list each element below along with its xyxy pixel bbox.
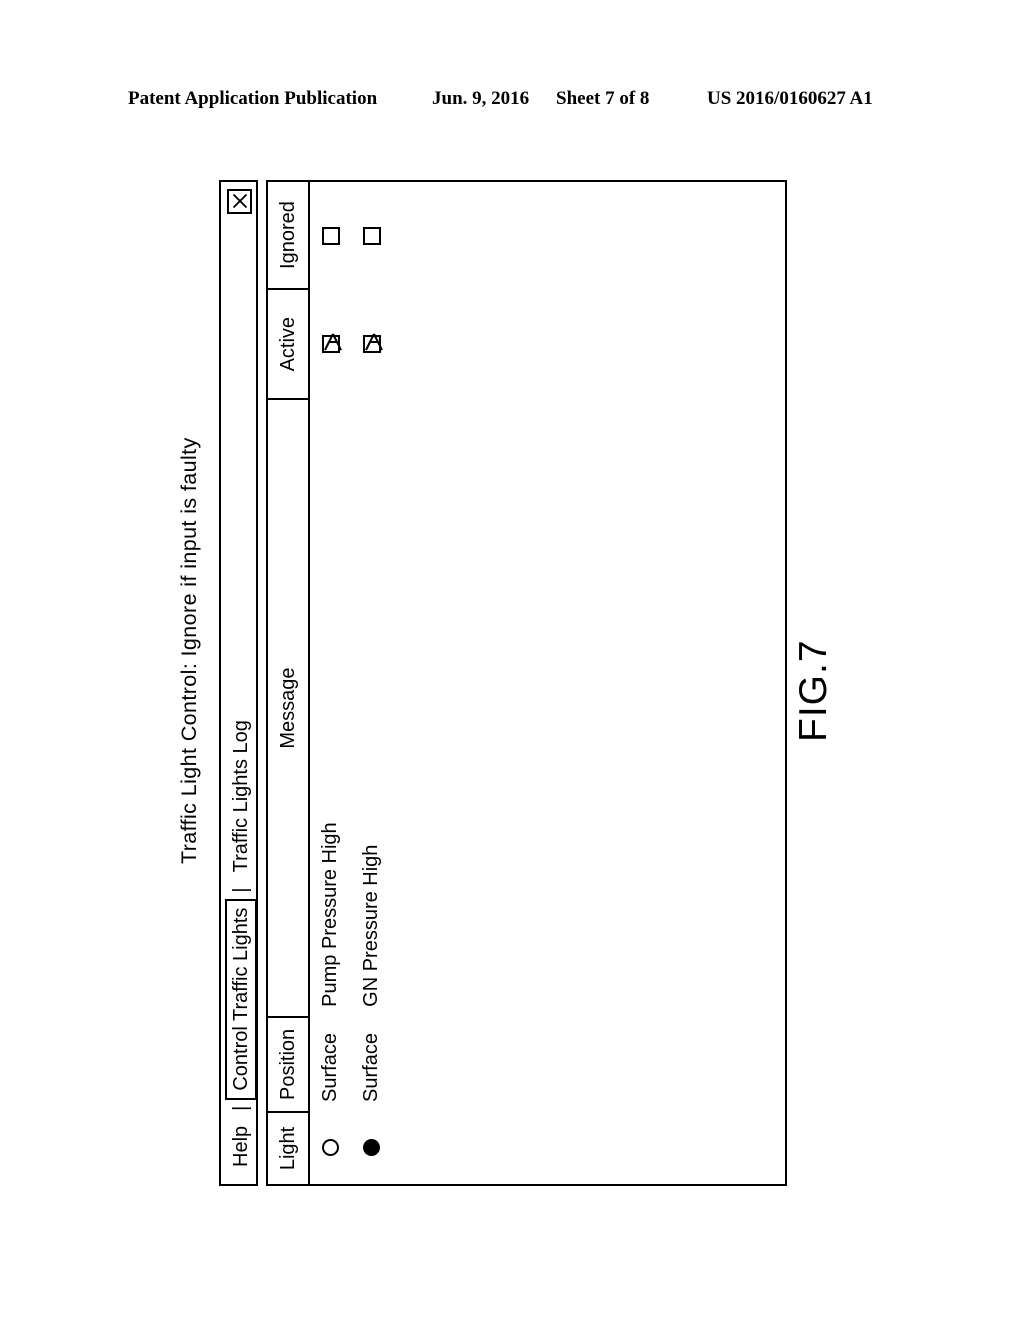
figure-drawing-area: Traffic Light Control: Ignore if input i… <box>0 0 1024 1320</box>
figure-label: FIG.7 <box>792 639 835 742</box>
close-x-icon <box>232 194 248 210</box>
active-checkbox-cell <box>309 289 351 399</box>
ignored-checkbox-cell <box>351 182 392 289</box>
column-header-active[interactable]: Active <box>268 289 309 400</box>
table-body: Surface Pump Pressure High Surface GN Pr… <box>309 182 392 1184</box>
traffic-light-control-window: Help | Control Traffic Lights | Traffic … <box>219 180 787 1186</box>
message-cell: GN Pressure High <box>360 844 382 1007</box>
active-checkbox-cell <box>351 289 392 399</box>
active-checkbox[interactable] <box>321 333 342 354</box>
position-cell: Surface <box>319 1033 341 1102</box>
close-button[interactable] <box>227 189 252 214</box>
message-cell: Pump Pressure High <box>319 822 341 1007</box>
ignored-checkbox-cell <box>309 182 351 289</box>
light-indicator-cell <box>351 1112 392 1184</box>
active-checkbox[interactable] <box>362 333 383 354</box>
ignored-checkbox[interactable] <box>321 226 340 245</box>
menu-item-list: Help | Control Traffic Lights | Traffic … <box>221 711 260 1176</box>
menu-bar: Help | Control Traffic Lights | Traffic … <box>219 180 258 1186</box>
table-row[interactable]: Surface Pump Pressure High <box>309 182 351 1184</box>
table-header-row: Light Position Message Active Ignored <box>268 182 309 1184</box>
ignored-checkbox[interactable] <box>362 226 381 245</box>
column-header-message[interactable]: Message <box>268 399 309 1017</box>
menu-separator-2: | <box>229 887 252 893</box>
menu-item-traffic-lights-log[interactable]: Traffic Lights Log <box>228 711 254 881</box>
column-header-ignored[interactable]: Ignored <box>268 182 309 290</box>
application-window-wrapper: Help | Control Traffic Lights | Traffic … <box>219 180 787 1186</box>
position-cell: Surface <box>360 1033 382 1102</box>
column-header-position[interactable]: Position <box>268 1016 309 1112</box>
traffic-lights-table: Light Position Message Active Ignored Su… <box>268 182 392 1184</box>
table-row[interactable]: Surface GN Pressure High <box>351 182 392 1184</box>
window-title-wrapper: Traffic Light Control: Ignore if input i… <box>174 437 204 864</box>
menu-item-help[interactable]: Help <box>228 1117 254 1176</box>
column-header-light[interactable]: Light <box>268 1111 309 1184</box>
traffic-light-indicator-icon <box>363 1139 381 1157</box>
traffic-lights-log-panel: Light Position Message Active Ignored Su… <box>266 180 787 1186</box>
menu-item-control-traffic-lights[interactable]: Control Traffic Lights <box>224 898 257 1100</box>
figure-label-wrapper: FIG.7 <box>790 542 838 742</box>
traffic-light-indicator-icon <box>322 1139 340 1157</box>
window-title: Traffic Light Control: Ignore if input i… <box>177 437 201 864</box>
light-indicator-cell <box>309 1112 351 1184</box>
menu-separator-1: | <box>229 1105 252 1111</box>
